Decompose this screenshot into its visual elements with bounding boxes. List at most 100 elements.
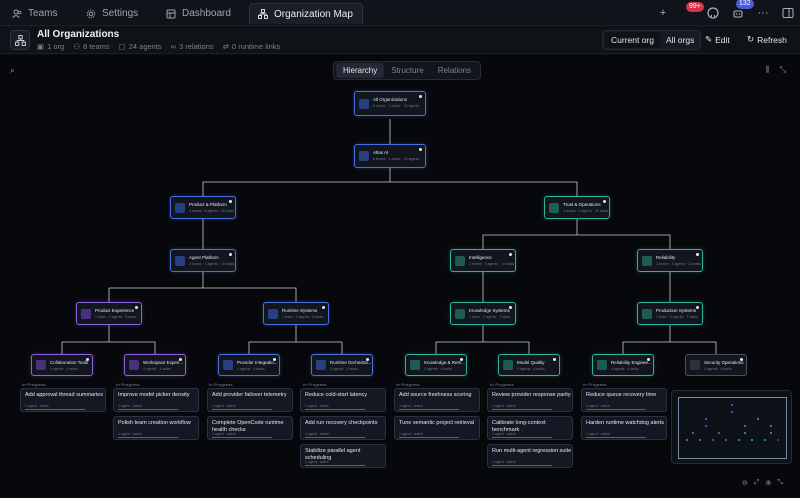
team-node-icon xyxy=(223,360,233,370)
node-status-dot xyxy=(740,358,743,361)
fullscreen-icon[interactable]: ⤡ xyxy=(777,479,783,487)
tab-settings[interactable]: Settings xyxy=(78,3,146,24)
team-node-icon xyxy=(36,360,46,370)
task-card[interactable]: Stabilize parallel agent scheduling 1 age… xyxy=(300,444,386,468)
stat-teams: ⚇ 8 teams xyxy=(73,42,110,51)
tab-teams[interactable]: Teams xyxy=(4,3,65,24)
minimap-node xyxy=(705,418,707,420)
node-status-dot xyxy=(229,200,232,203)
org-node-icon xyxy=(359,98,369,109)
task-card[interactable]: Calibrate long-context benchmark 1 agent … xyxy=(487,416,573,440)
minimap[interactable] xyxy=(671,390,792,464)
refresh-button[interactable]: ↻ Refresh xyxy=(747,34,787,45)
node-intelligence[interactable]: Intelligence 2 teams · 3 agents · 14 tas… xyxy=(450,249,516,272)
node-reliability[interactable]: Reliability 2 teams · 3 agents · 13 task… xyxy=(637,249,703,272)
node-status-dot xyxy=(553,358,556,361)
unit-node-icon xyxy=(175,255,185,266)
tab-label: Dashboard xyxy=(182,8,231,19)
agents-button[interactable]: 132 xyxy=(732,0,754,19)
stat-orgs: ▣ 1 org xyxy=(37,42,65,51)
tab-dashboard[interactable]: Dashboard xyxy=(158,3,239,24)
org-header: All Organizations ▣ 1 org ⚇ 8 teams ▢ 24 ag… xyxy=(0,26,800,54)
task-card[interactable]: Improve model picker density 1 agent · ac… xyxy=(113,388,199,412)
minimap-node xyxy=(725,439,727,441)
node-atlas-ai[interactable]: Atlas AI 8 teams · 1 active · 24 agents xyxy=(354,144,426,168)
org-map-icon xyxy=(258,9,268,19)
unit-node-icon xyxy=(642,255,652,266)
task-card[interactable]: Reduce queue recovery time 1 agent · acti… xyxy=(581,388,667,412)
new-tab-plus-icon[interactable]: + xyxy=(657,7,669,19)
node-collaboration-tools[interactable]: Collaboration Tools 4 agents · 4 tasks xyxy=(31,354,93,376)
task-card[interactable]: Polish team creation workflow 1 agent · a… xyxy=(113,416,199,440)
notifications-button[interactable]: 99+ xyxy=(682,2,704,19)
group-node-icon xyxy=(455,308,465,319)
node-status-dot xyxy=(696,306,699,309)
node-status-dot xyxy=(179,358,182,361)
node-knowledge-systems[interactable]: Knowledge Systems 1 team · 2 agents · 7 … xyxy=(450,302,516,325)
task-column-header: In Progress xyxy=(583,382,607,387)
fit-view-icon[interactable]: ⤢ xyxy=(754,479,760,487)
node-reliability-engineering[interactable]: Reliability Enginee... 4 agents · 4 task… xyxy=(592,354,654,376)
notifications-badge: 99+ xyxy=(686,2,704,12)
stat-relations: ∞ 3 relations xyxy=(170,42,214,51)
minimap-viewport[interactable] xyxy=(678,397,787,459)
stat-runtime-links: ⇄ 0 runtime links xyxy=(222,42,281,51)
github-icon[interactable] xyxy=(707,7,719,19)
node-status-dot xyxy=(509,253,512,256)
task-card[interactable]: Review provider response parity 1 agent ·… xyxy=(487,388,573,412)
zoom-in-icon[interactable]: ⊕ xyxy=(765,479,771,487)
node-product-experience[interactable]: Product Experience 1 team · 2 agents · 8… xyxy=(76,302,142,325)
org-map-canvas[interactable]: ⌕ Hierarchy Structure Relations ⫼ ⤡ All … xyxy=(0,55,800,498)
node-status-dot xyxy=(603,200,606,203)
node-provider-integration[interactable]: Provider Integratio... 4 agents · 4 task… xyxy=(218,354,280,376)
minimap-node xyxy=(731,404,733,406)
node-workspace-experience[interactable]: Workspace Experi... 4 agents · 4 tasks xyxy=(124,354,186,376)
node-knowledge-retrieval[interactable]: Knowledge & Retri... 4 agents · 4 tasks xyxy=(405,354,467,376)
node-status-dot xyxy=(647,358,650,361)
alerts-badge: 132 xyxy=(736,0,754,9)
gear-icon xyxy=(86,9,96,18)
node-status-dot xyxy=(419,148,422,151)
minimap-node xyxy=(744,432,746,434)
minimap-node xyxy=(770,432,772,434)
task-card[interactable]: Complete OpenCode runtime health checks 1… xyxy=(207,416,293,440)
task-card[interactable]: Tune semantic project retrieval 1 agent ·… xyxy=(394,416,480,440)
node-runtime-orchestration[interactable]: Runtime Orchestra... 4 agents · 4 tasks xyxy=(311,354,373,376)
edit-button[interactable]: ✎ Edit xyxy=(705,34,730,45)
node-all-organizations[interactable]: All Organizations 8 teams · 1 active · 2… xyxy=(354,91,426,116)
node-production-systems[interactable]: Production Systems 1 team · 2 agents · 7… xyxy=(637,302,703,325)
stat-agents: ▢ 24 agents xyxy=(118,42,162,51)
team-node-icon xyxy=(690,360,700,370)
task-card[interactable]: Add approval thread summaries 1 agent · a… xyxy=(20,388,106,412)
node-agent-platform[interactable]: Agent Platform 2 teams · 3 agents · 16 t… xyxy=(170,249,236,272)
more-icon[interactable]: ··· xyxy=(757,7,769,19)
zoom-out-icon[interactable]: ⊖ xyxy=(742,479,748,487)
node-status-dot xyxy=(460,358,463,361)
minimap-node xyxy=(712,439,714,441)
scope-all-orgs[interactable]: All orgs xyxy=(660,35,700,45)
users-icon xyxy=(12,9,22,18)
task-card[interactable]: Run multi-agent regression suite 1 agent … xyxy=(487,444,573,468)
node-runtime-systems[interactable]: Runtime Systems 1 team · 2 agents · 8 ta… xyxy=(263,302,329,325)
sidebar-toggle-icon[interactable] xyxy=(782,7,794,19)
runtime-link-icon: ⇄ xyxy=(222,42,229,51)
node-product-platform[interactable]: Product & Platform 4 teams · 6 agents · … xyxy=(170,196,236,219)
task-card[interactable]: Add source freshness scoring 1 agent · ac… xyxy=(394,388,480,412)
node-trust-operations[interactable]: Trust & Operations 4 teams · 6 agents · … xyxy=(544,196,610,219)
task-card[interactable]: Harden runtime watchdog alerts 1 agent · … xyxy=(581,416,667,440)
task-card[interactable]: Add run recovery checkpoints 1 agent · ac… xyxy=(300,416,386,440)
node-security-operations[interactable]: Security Operations 4 agents · 4 tasks xyxy=(685,354,747,376)
tab-organization-map[interactable]: Organization Map xyxy=(249,3,363,24)
node-status-dot xyxy=(366,358,369,361)
task-column-header: In Progress xyxy=(209,382,233,387)
task-column-header: In Progress xyxy=(490,382,514,387)
node-status-dot xyxy=(135,306,138,309)
task-card[interactable]: Add provider failover telemetry 1 agent ·… xyxy=(207,388,293,412)
refresh-icon: ↻ xyxy=(747,34,755,44)
minimap-node xyxy=(744,425,746,427)
scope-current-org[interactable]: Current org xyxy=(605,32,660,48)
minimap-node xyxy=(699,439,701,441)
task-card[interactable]: Reduce cold-start latency 1 agent · activ… xyxy=(300,388,386,412)
node-model-quality[interactable]: Model Quality 4 agents · 4 tasks xyxy=(498,354,560,376)
task-column-header: In Progress xyxy=(303,382,327,387)
